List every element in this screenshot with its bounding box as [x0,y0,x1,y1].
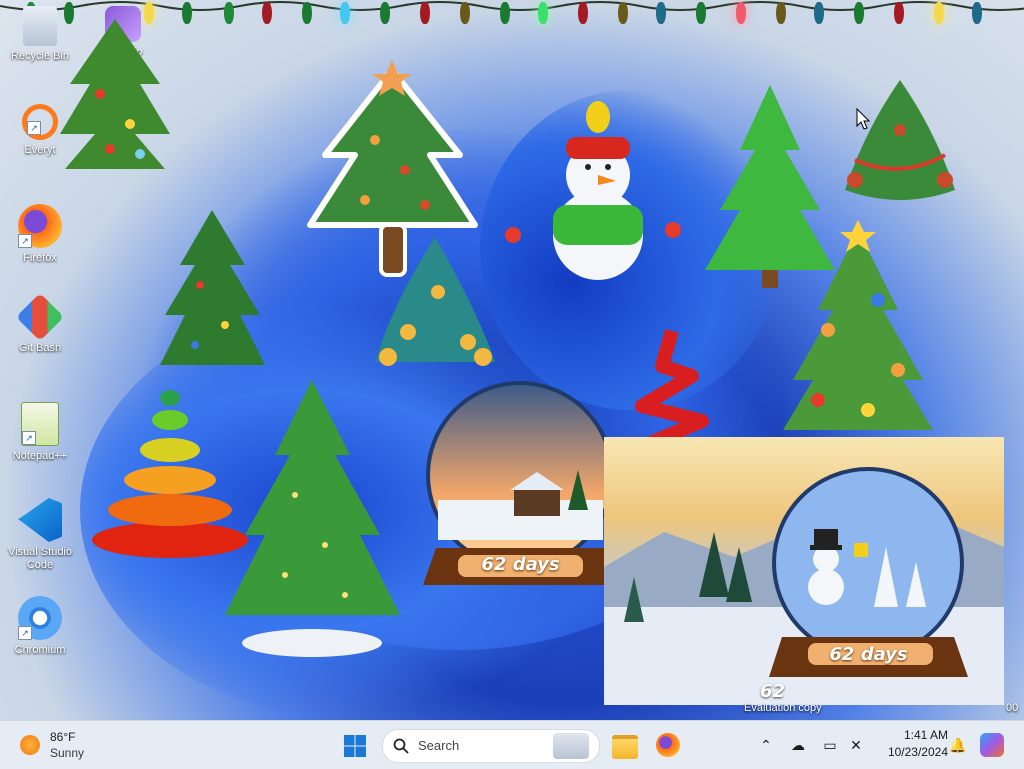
light-bulb [814,2,824,24]
clock-time: 1:41 AM [903,728,948,742]
shortcut-arrow-icon: ↗ [18,626,32,640]
desktop-icon-chromium[interactable]: ↗ Chromium [2,596,78,657]
light-bulb [934,2,944,24]
desktop-icon-vscode[interactable]: Visual Studio Code [2,498,78,572]
volume-muted-icon[interactable]: ✕ [846,735,866,755]
desktop-icon-notepad-plus-plus[interactable]: ↗ Notepad++ [2,402,78,463]
weather-description: Sunny [50,746,85,760]
spiral-tree-decoration [92,390,248,558]
folder-icon [612,735,638,759]
light-bulb [340,2,350,24]
desktop-icon-label: Firefox [23,252,57,264]
taskbar: 86°F Sunny Search ⌃ ☁ ▭ ✕ 1:41 AM 10/23/… [0,720,1024,769]
snowman-decoration [505,101,681,280]
light-bulb [578,2,588,24]
notification-bell-icon[interactable]: 🔔 [948,735,968,755]
taskbar-file-explorer[interactable] [612,733,638,759]
windows-logo-icon [344,735,366,757]
clock[interactable]: 1:41 AM 10/23/2024 [872,728,948,759]
countdown-snow-globe: 62 days [766,467,971,687]
taskbar-firefox[interactable] [656,733,680,757]
light-bulb [182,2,192,24]
light-bulb [618,2,628,24]
firefox-icon [656,733,680,757]
firefox-icon: ↗ [18,204,62,248]
desktop-icon-label: Git Bash [18,342,62,354]
light-bulb [302,2,312,24]
chromium-icon: ↗ [18,596,62,640]
mouse-cursor-icon [856,108,870,130]
christmas-tree-decoration [845,80,955,200]
sun-icon [20,735,40,755]
light-bulb [854,2,864,24]
copilot-icon [980,733,1004,757]
shortcut-arrow-icon: ↗ [27,121,41,135]
light-bulb [894,2,904,24]
weather-temperature: 86°F [50,730,76,744]
christmas-scene-promo: 62 days 62 [604,437,1004,705]
weather-widget[interactable]: 86°F Sunny [14,729,124,761]
light-bulb [380,2,390,24]
light-bulb [420,2,430,24]
vscode-icon [18,498,62,542]
promo-partial-countdown: 62 [760,681,786,702]
cloud-offline-icon[interactable]: ☁ [788,735,808,755]
light-bulb [776,2,786,24]
search-placeholder: Search [418,738,460,753]
taskbar-search-box[interactable]: Search [382,729,600,763]
desktop: Recycle Bin dio w ↗ Everyt ↗ Firefox Git… [0,0,1024,720]
desktop-icon-git-bash[interactable]: Git Bash [2,292,78,355]
countdown-snow-globe: 62 days [418,380,623,595]
desktop-icon-label: Notepad++ [12,450,68,462]
git-bash-icon [15,292,65,342]
countdown-days-label: 62 days [481,554,560,575]
copilot-button[interactable] [980,733,1004,757]
desktop-icon-label: Chromium [14,644,66,656]
clock-date: 10/23/2024 [887,745,948,759]
light-bulb [460,2,470,24]
christmas-tree-decoration [160,210,265,365]
countdown-days-label: 62 days [829,644,908,665]
light-bulb [736,2,746,24]
shortcut-arrow-icon: ↗ [18,234,32,248]
christmas-tree-decoration [376,237,495,366]
search-icon [393,738,409,754]
network-icon[interactable]: ▭ [820,735,840,755]
light-bulb [656,2,666,24]
light-bulb [500,2,510,24]
light-bulb [538,2,548,24]
shortcut-arrow-icon: ↗ [22,431,36,445]
search-highlight-image-icon [553,733,589,759]
light-bulb [972,2,982,24]
christmas-tree-decoration [60,19,170,169]
light-bulb [262,2,272,24]
evaluation-text: Evaluation copy [744,702,822,714]
notepad-plus-plus-icon: ↗ [21,402,59,446]
light-bulb [696,2,706,24]
desktop-icon-label: Visual Studio Code [7,546,72,571]
light-bulb [224,2,234,24]
christmas-tree-decoration [783,220,933,430]
evaluation-suffix: 00 [1006,702,1019,714]
evaluation-watermark: Evaluation copy [744,702,822,714]
desktop-icon-firefox[interactable]: ↗ Firefox [2,204,78,265]
show-hidden-icons-chevron-icon[interactable]: ⌃ [756,735,776,755]
start-button[interactable] [343,734,367,758]
